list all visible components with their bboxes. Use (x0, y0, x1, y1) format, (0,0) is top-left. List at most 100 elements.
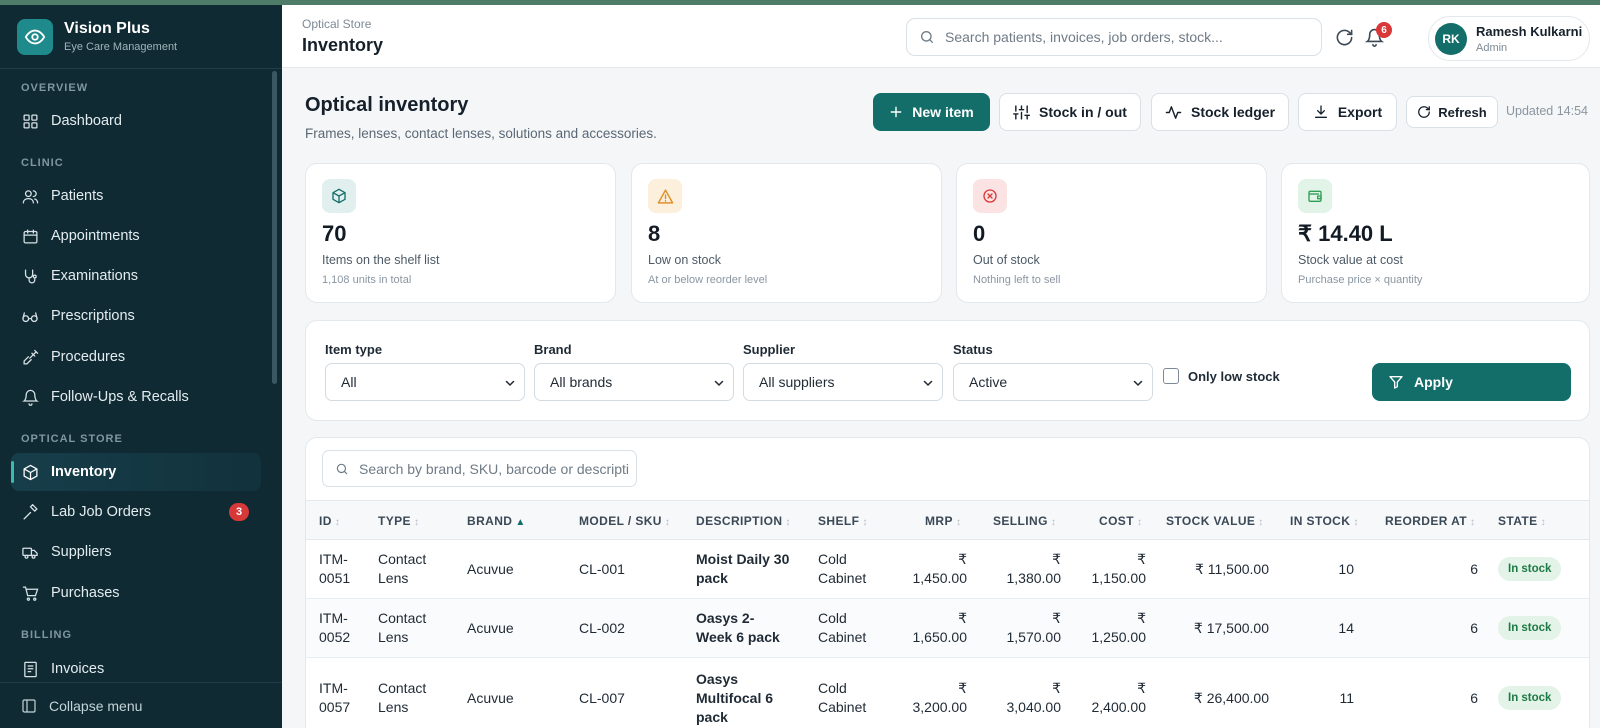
sidebar-item-label: Purchases (51, 585, 120, 601)
column-header-id[interactable]: ID ↕ (319, 514, 340, 528)
refresh-icon[interactable] (1332, 25, 1356, 49)
column-header-selling[interactable]: SELLING ↕ (993, 514, 1056, 528)
column-label: ID (319, 514, 332, 528)
sort-icon: ↕ (334, 517, 341, 528)
export-button[interactable]: Export (1298, 93, 1397, 131)
column-header-cost[interactable]: COST ↕ (1099, 514, 1142, 528)
section-overview: OVERVIEW (21, 82, 89, 94)
supplier-select[interactable]: All suppliers (743, 363, 943, 401)
table-row[interactable]: ITM- 0057 Contact Lens Acuvue CL-007 Oasys… (306, 658, 1589, 728)
user-menu[interactable]: RK Ramesh Kulkarni Admin (1428, 16, 1590, 61)
sort-icon: ↕ (1470, 517, 1476, 528)
sidebar-scrollbar[interactable] (272, 71, 277, 384)
brand-select[interactable]: All brands (534, 363, 734, 401)
column-label: BRAND (467, 514, 513, 528)
brand-label: Brand (534, 342, 572, 357)
sidebar: Vision Plus Eye Care Management OVERVIEW… (0, 5, 282, 728)
apply-button[interactable]: Apply (1372, 363, 1571, 401)
cell-mrp: ₹1,450.00 (866, 550, 968, 588)
column-header-type[interactable]: TYPE ↕ (378, 514, 419, 528)
sidebar-item-inventory[interactable]: Inventory (11, 453, 261, 491)
new-item-label: New item (912, 104, 974, 120)
sidebar-item-lab-job-orders[interactable]: Lab Job Orders 3 (11, 493, 261, 531)
breadcrumb[interactable]: Optical Store (302, 17, 371, 31)
column-label: STOCK VALUE (1166, 514, 1256, 528)
column-label: COST (1099, 514, 1134, 528)
column-header-shelf[interactable]: SHELF ↕ (818, 514, 868, 528)
sort-icon: ↕ (1540, 517, 1546, 528)
sidebar-item-appointments[interactable]: Appointments (11, 217, 261, 255)
sidebar-item-dashboard[interactable]: Dashboard (11, 102, 261, 140)
cell-type: Contact Lens (378, 679, 426, 717)
new-item-button[interactable]: New item (873, 93, 990, 131)
chevron-down-icon (1132, 376, 1144, 392)
sidebar-item-prescriptions[interactable]: Prescriptions (11, 297, 261, 335)
cell-text: 0051 (319, 570, 351, 586)
brand-value: All brands (550, 374, 613, 390)
cell-text: Multifocal 6 (696, 690, 774, 706)
cell-text: pack (696, 709, 728, 725)
column-header-sku[interactable]: MODEL / SKU ↕ (579, 514, 670, 528)
cell-text: Lens (378, 699, 409, 715)
stock-in-out-button[interactable]: Stock in / out (999, 93, 1141, 131)
stat-card-out-of-stock: 0 Out of stock Nothing left to sell (956, 163, 1267, 303)
stat-label: Out of stock (973, 253, 1040, 267)
item-type-select[interactable]: All (325, 363, 525, 401)
sidebar-item-label: Examinations (51, 268, 139, 284)
column-label: TYPE (378, 514, 411, 528)
column-label: STATE (1498, 514, 1538, 528)
cell-text: Contact (378, 680, 427, 696)
search-icon (919, 29, 935, 45)
column-header-reorder-at[interactable]: REORDER AT ↕ (1385, 514, 1475, 528)
table-row[interactable]: ITM- 0052 Contact Lens Acuvue CL-002 Oasys… (306, 599, 1589, 658)
refresh-icon (1417, 105, 1431, 119)
section-optical-store: OPTICAL STORE (21, 433, 123, 445)
sort-ascending-icon: ▲ (515, 517, 526, 528)
sidebar-item-purchases[interactable]: Purchases (11, 574, 261, 612)
cell-text: Oasys (696, 671, 739, 687)
collapse-menu-button[interactable]: Collapse menu (0, 682, 282, 728)
sidebar-item-suppliers[interactable]: Suppliers (11, 533, 261, 571)
cell-text: Cold (818, 551, 847, 567)
low-stock-checkbox[interactable]: Only low stock (1163, 368, 1280, 384)
cell-text: 1,250.00 (1091, 629, 1147, 645)
table-search-input[interactable] (359, 460, 629, 477)
global-search-input[interactable] (945, 29, 1315, 45)
sidebar-item-patients[interactable]: Patients (11, 177, 261, 215)
column-header-description[interactable]: DESCRIPTION ↕ (696, 514, 791, 528)
grid-icon (21, 112, 39, 130)
status-select[interactable]: Active (953, 363, 1153, 401)
column-header-brand[interactable]: BRAND ▲ (467, 514, 526, 528)
cell-type: Contact Lens (378, 609, 426, 647)
currency-symbol: ₹ (958, 680, 967, 696)
warning-icon (648, 179, 682, 213)
global-search[interactable] (906, 18, 1322, 56)
column-header-mrp[interactable]: MRP ↕ (925, 514, 961, 528)
status-badge: In stock (1498, 616, 1562, 640)
section-billing: BILLING (21, 629, 72, 641)
sidebar-item-label: Suppliers (51, 544, 112, 560)
column-header-in-stock[interactable]: IN STOCK ↕ (1290, 514, 1359, 528)
cell-text: 1,150.00 (1091, 570, 1147, 586)
table-row[interactable]: ITM- 0051 Contact Lens Acuvue CL-001 Moist… (306, 540, 1589, 599)
bell-icon (21, 388, 39, 406)
cell-text: ITM- (319, 551, 348, 567)
checkbox-box[interactable] (1163, 368, 1179, 384)
wallet-icon (1298, 179, 1332, 213)
sidebar-item-procedures[interactable]: Procedures (11, 338, 261, 376)
cell-stock-value: ₹ 26,400.00 (1193, 690, 1269, 706)
sidebar-item-followups[interactable]: Follow-Ups & Recalls (11, 378, 261, 416)
cell-description: Moist Daily 30 pack (696, 550, 789, 588)
sidebar-item-examinations[interactable]: Examinations (11, 257, 261, 295)
column-header-stock-value[interactable]: STOCK VALUE ↕ (1166, 514, 1264, 528)
table-search[interactable] (322, 450, 637, 487)
refresh-button[interactable]: Refresh (1406, 96, 1498, 128)
cell-sku: CL-001 (579, 561, 625, 577)
glasses-icon (21, 307, 39, 325)
column-header-state[interactable]: STATE ↕ (1498, 514, 1546, 528)
cell-reorder-at: 6 (1470, 620, 1478, 636)
column-label: SELLING (993, 514, 1048, 528)
cell-id: ITM- 0052 (319, 609, 350, 647)
brand[interactable]: Vision Plus Eye Care Management (0, 5, 282, 69)
stock-ledger-button[interactable]: Stock ledger (1151, 93, 1289, 131)
